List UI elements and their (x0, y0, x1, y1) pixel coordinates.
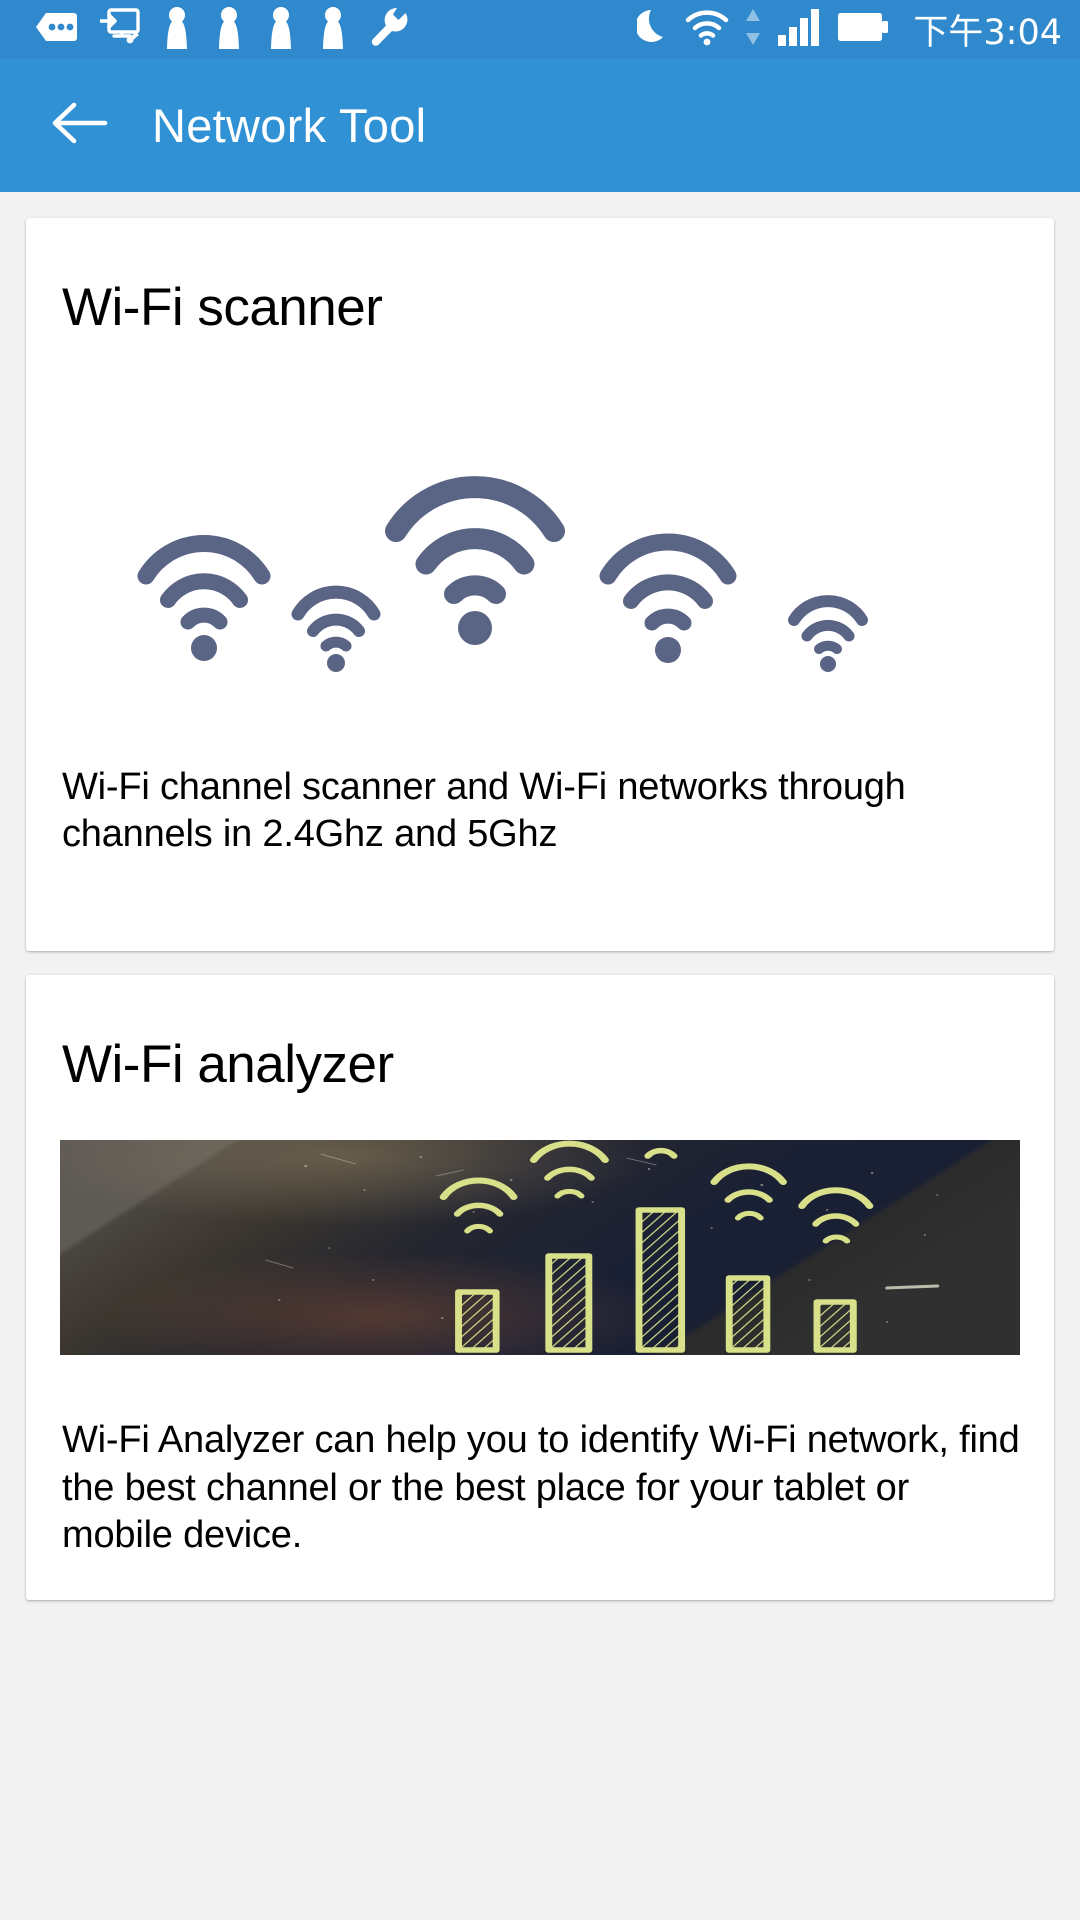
status-bar-clock: 下午3:04 (913, 13, 1062, 53)
cellular-signal-icon (777, 7, 823, 52)
card-title: Wi-Fi scanner (62, 278, 383, 337)
status-bar: 下午3:04 (0, 0, 1080, 59)
moon-icon (635, 7, 671, 52)
card-description: Wi-Fi Analyzer can help you to identify … (62, 1419, 1020, 1557)
wifi-icon (685, 8, 729, 51)
data-transfer-arrows-icon (743, 7, 763, 52)
card-description-wrap: Wi-Fi Analyzer can help you to identify … (26, 1355, 1054, 1600)
page-title: Network Tool (152, 99, 427, 152)
wrench-icon (370, 6, 408, 53)
message-dots-icon (34, 10, 78, 49)
scroll-content[interactable]: Wi-Fi scanner Wi-Fi channel scanner and … (0, 192, 1080, 1920)
back-button[interactable] (48, 95, 110, 157)
card-wifi-scanner[interactable]: Wi-Fi scanner Wi-Fi channel scanner and … (26, 218, 1054, 951)
card-description-wrap: Wi-Fi channel scanner and Wi-Fi networks… (26, 698, 1054, 951)
pawn-icon-4 (318, 5, 348, 54)
arrow-left-icon (50, 100, 108, 151)
screen-cast-icon (99, 8, 140, 51)
pawn-icon-2 (214, 5, 244, 54)
status-bar-notification-icons (34, 5, 637, 54)
wifi-arcs-illustration (26, 398, 1054, 698)
card-description: Wi-Fi channel scanner and Wi-Fi networks… (62, 765, 906, 856)
battery-icon (837, 10, 889, 49)
card-title: Wi-Fi analyzer (62, 1034, 394, 1094)
pawn-icon-3 (266, 5, 296, 54)
app-bar: Network Tool (0, 59, 1080, 192)
chalkboard-signal-bars-photo (60, 1140, 1020, 1356)
card-wifi-analyzer[interactable]: Wi-Fi analyzer Wi-Fi Analyzer can help y… (26, 974, 1054, 1600)
status-bar-system-icons: 下午3:04 (635, 4, 1062, 55)
pawn-icon-1 (162, 5, 192, 54)
